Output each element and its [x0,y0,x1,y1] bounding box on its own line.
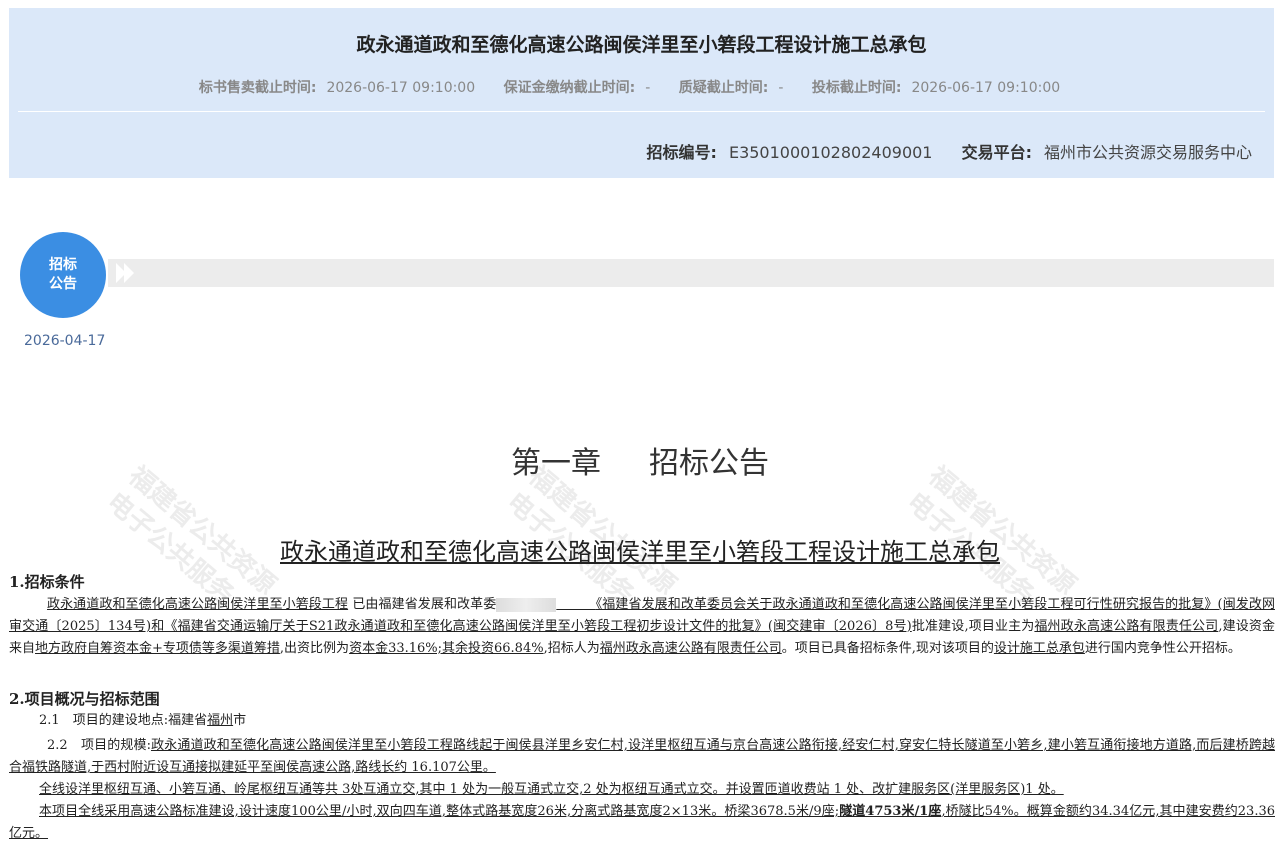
deadline-row: 标书售卖截止时间: 2026-06-17 09:10:00 保证金缴纳截止时间: -… [9,77,1274,97]
deposit-deadline-label: 保证金缴纳截止时间: [503,80,636,96]
bid-no-value: E3501000102802409001 [728,143,933,162]
section-2-2: 2.2 项目的规模:政永通道政和至德化高速公路闽侯洋里至小箬段工程路线起于闽侯县… [9,738,1275,775]
sale-deadline-value: 2026-06-17 09:10:00 [326,80,476,96]
bid-no-label: 招标编号: [646,143,717,162]
bid-deadline-value: 2026-06-17 09:10:00 [911,80,1061,96]
section-1-paragraph: 政永通道政和至德化高速公路闽侯洋里至小箬段工程 已由福建省发展和改革委 《福建省… [9,597,1275,656]
project-header: 政永通道政和至德化高速公路闽侯洋里至小箬段工程设计施工总承包 标书售卖截止时间:… [9,8,1274,178]
section-2-2-standards: 本项目全线采用高速公路标准建设,设计速度100公里/小时,双向四车道,整体式路基… [9,804,1275,841]
sale-deadline-label: 标书售卖截止时间: [198,80,317,96]
query-deadline-value: - [778,80,784,96]
redacted-text [496,597,557,612]
document-title: 政永通道政和至德化高速公路闽侯洋里至小箬段工程设计施工总承包 [280,538,1000,566]
timeline-node-tender-notice[interactable]: 招标 公告 [20,232,106,318]
header-divider [18,111,1265,112]
bid-meta: 招标编号: E3501000102802409001 交易平台: 福州市公共资源交易… [647,139,1252,163]
section-2-2-interchanges: 全线设洋里枢纽互通、小箬互通、岭尾枢纽互通等共 3处互通立交,其中 1 处为一般… [39,782,1064,797]
platform-label: 交易平台: [961,143,1032,162]
section-2-heading: 2.项目概况与招标范围 [9,690,160,708]
timeline-arrow-icon [116,263,134,283]
timeline-date: 2026-04-17 [24,333,106,349]
bid-deadline-label: 投标截止时间: [811,80,902,96]
project-title: 政永通道政和至德化高速公路闽侯洋里至小箬段工程设计施工总承包 [356,34,927,56]
timeline-node-label-2: 公告 [49,276,77,292]
chapter-heading: 第一章 招标公告 [511,446,769,481]
section-1-heading: 1.招标条件 [9,573,85,591]
timeline-bar [108,259,1274,287]
query-deadline-label: 质疑截止时间: [678,80,769,96]
section-2-1: 2.1 项目的建设地点:福建省福州市 [39,713,247,728]
timeline-node-label-1: 招标 [49,257,77,273]
deposit-deadline-value: - [645,80,651,96]
platform-value: 福州市公共资源交易服务中心 [1043,143,1252,162]
